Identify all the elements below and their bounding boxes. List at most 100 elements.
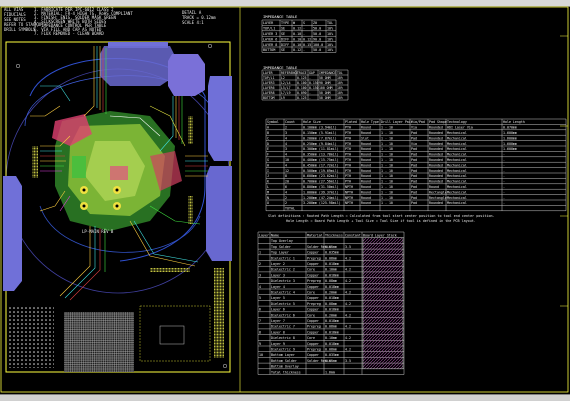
- stack-cell: 0.035mm: [325, 353, 339, 357]
- stack-cell: 4.2: [345, 313, 351, 317]
- drill-cell: Rounded: [429, 142, 443, 146]
- stack-cell: Dielectric 2: [271, 268, 295, 272]
- pcb-board[interactable]: LP-MAIN REV B: [3, 41, 232, 373]
- right-border-ticks: [560, 35, 568, 307]
- drill-cell: Rectangle: [429, 190, 447, 194]
- stack-cell: 0.018mm: [325, 296, 339, 300]
- stack-cell: 0.01mm: [325, 359, 337, 363]
- stack-cell: 0.018mm: [325, 319, 339, 323]
- stack-cell: Bottom Solder: [271, 359, 297, 363]
- drill-cell: Via: [411, 126, 417, 130]
- imp1-cell: LAYER 8: [263, 43, 277, 47]
- drill-cell: 4: [285, 190, 287, 194]
- drill-header-cell: Technology: [447, 120, 467, 124]
- stack-cell: 4: [259, 285, 261, 289]
- drill-cell: I: [267, 169, 269, 173]
- plane-right: [208, 76, 232, 161]
- impedance-table-2[interactable]: IMPEDANCE TABLE LAYER REFERENCETRACE GAP IM…: [261, 65, 349, 101]
- plane-right-low: [206, 166, 232, 261]
- drill-cell: Pad: [411, 190, 417, 194]
- pcb-canvas[interactable]: ALL VIAS FIDUCIALS SEE NOTES REFER TO ST…: [0, 6, 570, 394]
- imp2-cell: 10%: [337, 81, 343, 85]
- stack-cell: Core: [307, 268, 315, 272]
- drill-cell: PTH: [345, 147, 351, 151]
- drill-cell: Round: [361, 126, 371, 130]
- drill-cell: PTH: [345, 174, 351, 178]
- imp2-cell: 50 OHM: [319, 91, 331, 95]
- drill-cell: Round: [361, 147, 371, 151]
- drill-cell: Mechanical: [447, 196, 467, 200]
- impedance-table-1[interactable]: IMPEDANCE TABLE LAYER TYPE W S Z0 TOL TOP/L1 SE…: [261, 14, 337, 53]
- drill-header-cell: Plated: [345, 120, 357, 124]
- stack-cell: 7: [259, 319, 261, 323]
- imp2-cell: 50 OHM: [319, 96, 331, 100]
- mounting-hole: [115, 188, 119, 192]
- imp2-cell: -: [309, 76, 311, 80]
- drill-header-cell: Hole Type: [361, 120, 379, 124]
- stack-total-label: Total thickness: [271, 370, 301, 374]
- stack-cell: Copper: [307, 330, 319, 334]
- stack-cell: 0.08mm: [325, 348, 337, 352]
- drill-cell: 1.200mm (47.24mil): [303, 196, 339, 200]
- imp1-header-cell: TOL: [327, 21, 333, 25]
- svg-text:SCALE 4:1: SCALE 4:1: [182, 20, 204, 25]
- drill-cell: 1.600mm: [503, 142, 517, 146]
- drill-cell: L: [267, 185, 269, 189]
- imp2-cell: 10%: [337, 86, 343, 90]
- stackup-table[interactable]: Layer Name Material Thickness Constant Board …: [257, 231, 405, 375]
- drill-header-cell: Drill Layer Pair: [381, 120, 413, 124]
- bga-dot-array: [8, 306, 54, 368]
- imp1-header-cell: TYPE: [281, 21, 289, 25]
- drill-cell: 1 - 10: [381, 180, 393, 184]
- imp2-cell: 0.100: [297, 81, 307, 85]
- stack-cell: Layer 3: [271, 273, 285, 277]
- drill-cell: -: [503, 158, 505, 162]
- drill-cell: 4: [285, 163, 287, 167]
- stack-cell: Copper: [307, 251, 319, 255]
- drill-cell: Round: [361, 131, 371, 135]
- drill-cell: Mechanical: [447, 142, 467, 146]
- drill-cell: 0.400mm (15.75mil): [303, 158, 339, 162]
- drill-cell: PTH: [345, 153, 351, 157]
- stack-cell: Top Overlay: [271, 239, 293, 243]
- stack-cell: Dielectric 6: [271, 313, 295, 317]
- imp2-cell: L2/L4: [281, 81, 291, 85]
- imp1-cell: 10%: [327, 43, 333, 47]
- drill-cell: 1.600mm: [503, 136, 517, 140]
- imp2-cell: 0.125: [297, 76, 307, 80]
- drill-cell: 1 - 10: [381, 201, 393, 205]
- imp1-cell: 0.10: [293, 32, 301, 36]
- imp2-header-cell: REFERENCE: [281, 71, 298, 75]
- imp1-cell: 10%: [327, 32, 333, 36]
- drill-cell: 1 - 10: [381, 158, 393, 162]
- drill-cell: 0.070mm: [503, 126, 517, 130]
- stack-cell: Dielectric 5: [271, 302, 295, 306]
- drill-table[interactable]: Symbol Count Hole Size Plated Hole Type Drill…: [265, 118, 567, 223]
- stack-cell: Layer 4: [271, 285, 285, 289]
- drill-cell: Round: [361, 196, 371, 200]
- svg-text:IMPEDANCE TABLE: IMPEDANCE TABLE: [263, 65, 298, 70]
- imp1-cell: -: [303, 32, 305, 36]
- stack-cell: 4.2: [345, 279, 351, 283]
- imp2-header-cell: IMPEDANCE: [319, 71, 336, 75]
- imp2-cell: LAYER8: [263, 91, 275, 95]
- stack-cell: 0.20mm: [325, 313, 337, 317]
- stack-cell: 0.018mm: [325, 285, 339, 289]
- imp2-cell: L9: [281, 96, 285, 100]
- stack-cell: Copper: [307, 353, 319, 357]
- drill-cell: 4: [285, 142, 287, 146]
- drill-cell: 0.350mm (13.78mil): [303, 153, 339, 157]
- drill-cell: NPTH: [345, 196, 353, 200]
- drill-cell: Round: [361, 163, 371, 167]
- drill-cell: 1.600mm: [503, 131, 517, 135]
- drill-cell: 0.800mm (31.50mil): [303, 185, 339, 189]
- drill-cell: Rounded: [429, 136, 443, 140]
- drill-cell: -: [503, 190, 505, 194]
- drill-cell: 0.200mm (7.87mil): [303, 136, 337, 140]
- stack-header-cell: Constant: [345, 234, 361, 238]
- imp1-cell: -: [303, 27, 305, 31]
- imp1-header-cell: W: [293, 21, 296, 25]
- stack-cell: Copper: [307, 296, 319, 300]
- stack-cell: 6: [259, 308, 261, 312]
- drill-cell: 2: [285, 196, 287, 200]
